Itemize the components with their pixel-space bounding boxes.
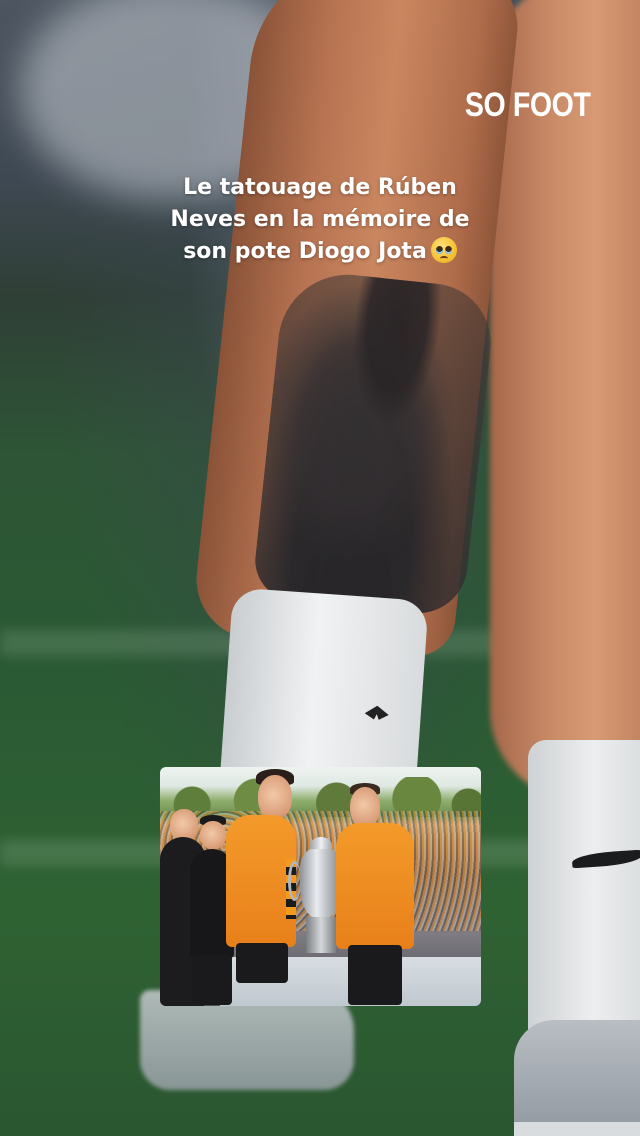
photo-person — [336, 777, 420, 1006]
puma-logo-icon — [364, 705, 389, 721]
right-boot — [514, 1020, 640, 1136]
boot-sole — [514, 1122, 640, 1136]
right-sock — [528, 740, 640, 1060]
inset-photo — [160, 767, 481, 1006]
swoosh-logo-icon — [571, 849, 640, 869]
caption-line: son pote Diogo Jota — [183, 239, 427, 264]
caption-line: Neves en la mémoire de — [170, 207, 470, 232]
pleading-face-icon — [430, 237, 457, 263]
story-screen: SO FOOT Le tatouage de Rúben Neves en la… — [0, 0, 640, 1136]
leg-tattoo — [251, 267, 497, 619]
caption: Le tatouage de Rúben Neves en la mémoire… — [120, 172, 520, 268]
caption-line-last: son pote Diogo Jota — [120, 236, 520, 268]
brand-logo: SO FOOT — [464, 86, 590, 124]
caption-line: Le tatouage de Rúben — [183, 175, 457, 200]
